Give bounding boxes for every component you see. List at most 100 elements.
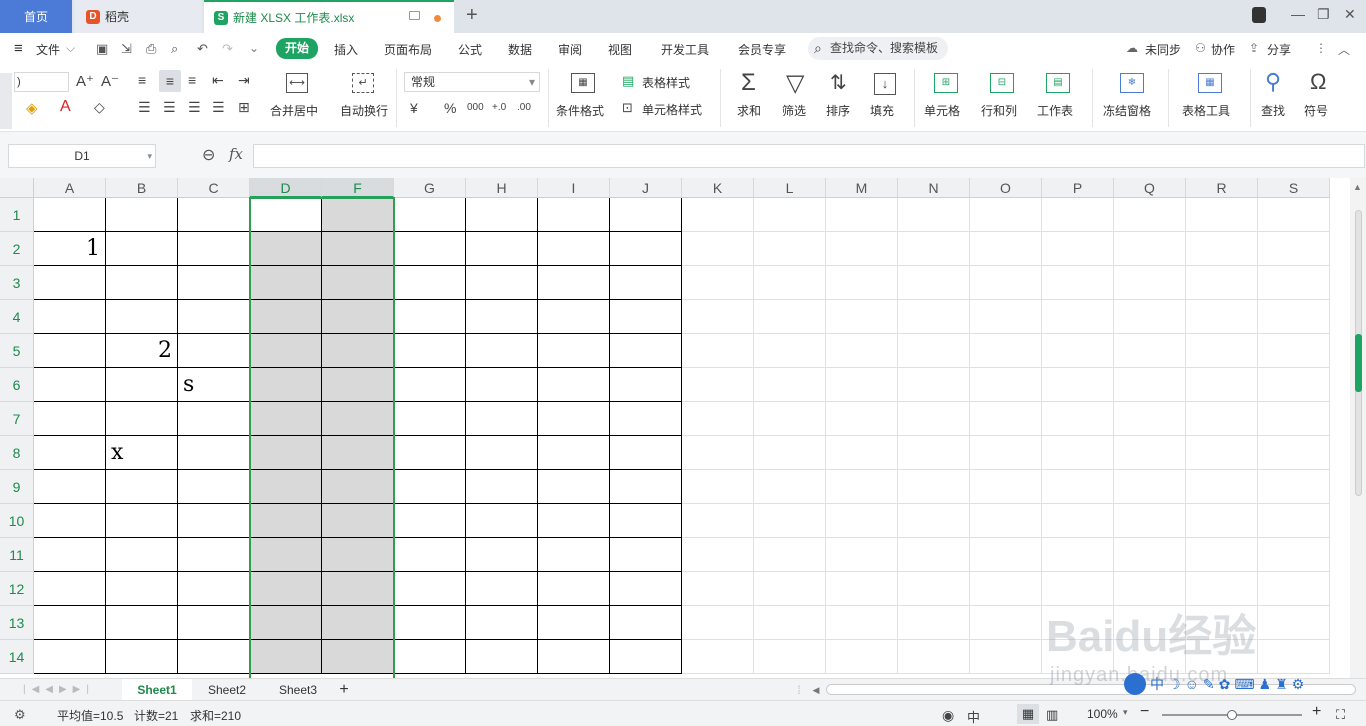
cell-n3[interactable] <box>898 266 970 300</box>
cell-m8[interactable] <box>826 436 898 470</box>
cell-r3[interactable] <box>1186 266 1258 300</box>
cell-c3[interactable] <box>178 266 250 300</box>
cell-l11[interactable] <box>754 538 826 572</box>
cell-p14[interactable] <box>1042 640 1114 674</box>
cell-b1[interactable] <box>106 198 178 232</box>
cell-a9[interactable] <box>34 470 106 504</box>
zoom-in-button[interactable]: + <box>1312 703 1321 721</box>
zoom-formula-icon[interactable]: ⊖ <box>202 145 215 165</box>
cell-q12[interactable] <box>1114 572 1186 606</box>
chevron-down-icon[interactable]: ⌵ <box>66 41 75 56</box>
name-box[interactable]: D1 ▾ <box>8 144 156 168</box>
cell-l4[interactable] <box>754 300 826 334</box>
distributed-icon[interactable]: ⊞ <box>238 99 250 116</box>
sum-button[interactable]: 求和 <box>737 102 761 119</box>
cell-k7[interactable] <box>682 402 754 436</box>
cell-k1[interactable] <box>682 198 754 232</box>
cell-b4[interactable] <box>106 300 178 334</box>
cell-a12[interactable] <box>34 572 106 606</box>
scroll-up-icon[interactable]: ▲ <box>1353 182 1362 192</box>
cell-d6[interactable] <box>250 368 322 402</box>
cell-m10[interactable] <box>826 504 898 538</box>
column-header-j[interactable]: J <box>610 178 682 198</box>
share-button[interactable]: 分享 <box>1267 41 1291 58</box>
cell-b9[interactable] <box>106 470 178 504</box>
row-col-button[interactable]: 行和列 <box>981 102 1017 119</box>
cell-i11[interactable] <box>538 538 610 572</box>
cell-r14[interactable] <box>1186 640 1258 674</box>
cell-p1[interactable] <box>1042 198 1114 232</box>
fx-button[interactable]: fx <box>229 145 243 163</box>
cell-a4[interactable] <box>34 300 106 334</box>
cell-h1[interactable] <box>466 198 538 232</box>
tab-member[interactable]: 会员专享 <box>738 41 786 58</box>
cell-g6[interactable] <box>394 368 466 402</box>
cell-d12[interactable] <box>250 572 322 606</box>
cell-k4[interactable] <box>682 300 754 334</box>
column-header-f[interactable]: F <box>322 178 394 198</box>
cell-l10[interactable] <box>754 504 826 538</box>
zoom-slider[interactable] <box>1162 710 1302 720</box>
font-shrink-icon[interactable]: A⁻ <box>101 72 119 90</box>
cell-h10[interactable] <box>466 504 538 538</box>
ime-pen-icon[interactable]: ✎ <box>1203 676 1215 693</box>
cell-d5[interactable] <box>250 334 322 368</box>
cell-l12[interactable] <box>754 572 826 606</box>
sort-icon[interactable]: ⇅ <box>830 70 847 95</box>
cell-j7[interactable] <box>610 402 682 436</box>
cell-i1[interactable] <box>538 198 610 232</box>
cell-j12[interactable] <box>610 572 682 606</box>
tab-review[interactable]: 审阅 <box>558 41 582 58</box>
print-icon[interactable]: ⎙ <box>146 41 156 57</box>
cell-k6[interactable] <box>682 368 754 402</box>
cell-d13[interactable] <box>250 606 322 640</box>
cell-j14[interactable] <box>610 640 682 674</box>
tab-start[interactable]: 开始 <box>276 38 318 59</box>
cell-n13[interactable] <box>898 606 970 640</box>
ime-logo-icon[interactable] <box>1124 673 1146 695</box>
cell-j11[interactable] <box>610 538 682 572</box>
cell-a2[interactable]: 1 <box>34 232 106 266</box>
zoom-level[interactable]: 100% <box>1087 707 1118 721</box>
cell-g2[interactable] <box>394 232 466 266</box>
ime-keyboard-icon[interactable]: ⌨ <box>1234 676 1254 693</box>
cell-m9[interactable] <box>826 470 898 504</box>
cell-q10[interactable] <box>1114 504 1186 538</box>
thousands-button[interactable]: 000 <box>467 102 484 113</box>
new-tab-button[interactable]: + <box>466 4 478 27</box>
clear-format-icon[interactable]: ◇ <box>94 99 105 116</box>
cell-s14[interactable] <box>1258 640 1330 674</box>
cell-k8[interactable] <box>682 436 754 470</box>
cell-o9[interactable] <box>970 470 1042 504</box>
table-tools-button[interactable]: 表格工具 <box>1182 102 1230 119</box>
cell-h3[interactable] <box>466 266 538 300</box>
cell-style-button[interactable]: 单元格样式 <box>642 101 702 118</box>
cell-g3[interactable] <box>394 266 466 300</box>
row-header-9[interactable]: 9 <box>0 470 34 504</box>
cell-a5[interactable] <box>34 334 106 368</box>
font-color-icon[interactable]: A <box>60 98 71 116</box>
row-header-13[interactable]: 13 <box>0 606 34 640</box>
wrap-text-button[interactable]: 自动换行 <box>340 102 388 119</box>
column-header-g[interactable]: G <box>394 178 466 198</box>
tab-docer[interactable]: D 稻壳 <box>74 0 202 33</box>
cell-r11[interactable] <box>1186 538 1258 572</box>
cell-c4[interactable] <box>178 300 250 334</box>
tab-workbook[interactable]: S 新建 XLSX 工作表.xlsx <box>204 0 454 33</box>
symbol-button[interactable]: 符号 <box>1304 102 1328 119</box>
cell-n1[interactable] <box>898 198 970 232</box>
cell-m14[interactable] <box>826 640 898 674</box>
cell-m5[interactable] <box>826 334 898 368</box>
tab-page-layout[interactable]: 页面布局 <box>384 41 432 58</box>
cell-k5[interactable] <box>682 334 754 368</box>
tab-home[interactable]: 首页 <box>0 0 72 33</box>
cell-b8[interactable]: x <box>106 436 178 470</box>
cell-q3[interactable] <box>1114 266 1186 300</box>
cell-a11[interactable] <box>34 538 106 572</box>
cell-g7[interactable] <box>394 402 466 436</box>
collapse-ribbon-icon[interactable]: ︿ <box>1338 41 1350 58</box>
align-bottom-icon[interactable]: ≡ <box>188 72 196 88</box>
cell-q7[interactable] <box>1114 402 1186 436</box>
cell-d4[interactable] <box>250 300 322 334</box>
cell-i6[interactable] <box>538 368 610 402</box>
